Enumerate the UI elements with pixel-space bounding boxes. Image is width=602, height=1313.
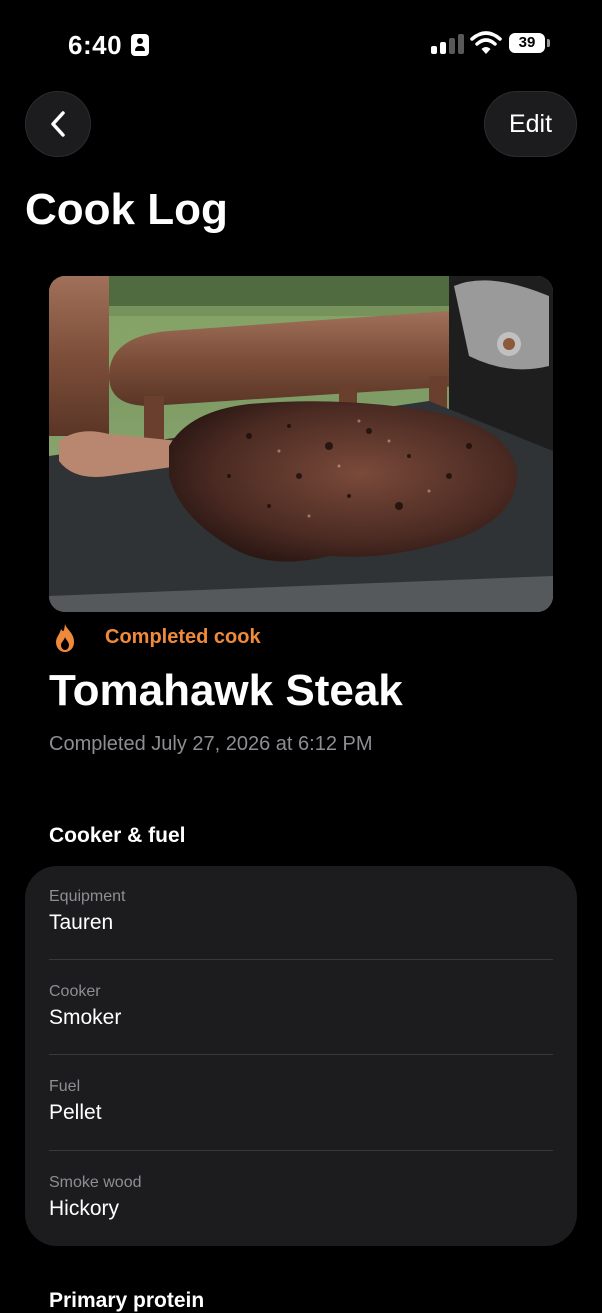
detail-row-fuel: Fuel Pellet bbox=[49, 1078, 553, 1125]
detail-value: Smoker bbox=[49, 1006, 122, 1029]
row-divider bbox=[49, 1054, 553, 1055]
battery-level: 39 bbox=[509, 33, 545, 53]
row-divider bbox=[49, 959, 553, 960]
detail-value: Hickory bbox=[49, 1197, 120, 1220]
detail-value: Pellet bbox=[49, 1101, 102, 1124]
cook-photo bbox=[49, 276, 553, 612]
detail-label: Smoke wood bbox=[49, 1174, 142, 1191]
wifi-icon bbox=[470, 30, 502, 56]
detail-value: Tauren bbox=[49, 911, 114, 934]
completed-timestamp: Completed July 27, 2026 at 6:12 PM bbox=[49, 733, 373, 755]
detail-row-smoke-wood: Smoke wood Hickory bbox=[49, 1174, 553, 1221]
detail-label: Fuel bbox=[49, 1078, 81, 1095]
section-title-cooker-fuel: Cooker & fuel bbox=[49, 824, 186, 847]
detail-label: Equipment bbox=[49, 888, 126, 905]
status-time: 6:40 bbox=[68, 30, 123, 60]
cook-title: Tomahawk Steak bbox=[49, 666, 403, 715]
flame-icon bbox=[56, 624, 74, 652]
edit-button[interactable]: Edit bbox=[484, 91, 577, 157]
status-bar: 6:40 39 bbox=[0, 0, 602, 90]
chevron-left-icon bbox=[51, 111, 65, 137]
page-title: Cook Log bbox=[25, 185, 228, 234]
cooker-fuel-card: Equipment Tauren Cooker Smoker Fuel Pell… bbox=[25, 866, 577, 1246]
back-button[interactable] bbox=[25, 91, 91, 157]
person-badge-icon bbox=[131, 34, 149, 56]
row-divider bbox=[49, 1150, 553, 1151]
cook-status-label: Completed cook bbox=[105, 626, 261, 648]
section-title-primary-protein: Primary protein bbox=[49, 1289, 205, 1312]
detail-label: Cooker bbox=[49, 983, 101, 1000]
detail-row-cooker: Cooker Smoker bbox=[49, 983, 553, 1030]
detail-row-equipment: Equipment Tauren bbox=[49, 888, 553, 935]
cellular-signal-icon bbox=[431, 32, 465, 54]
battery-icon: 39 bbox=[509, 33, 550, 55]
